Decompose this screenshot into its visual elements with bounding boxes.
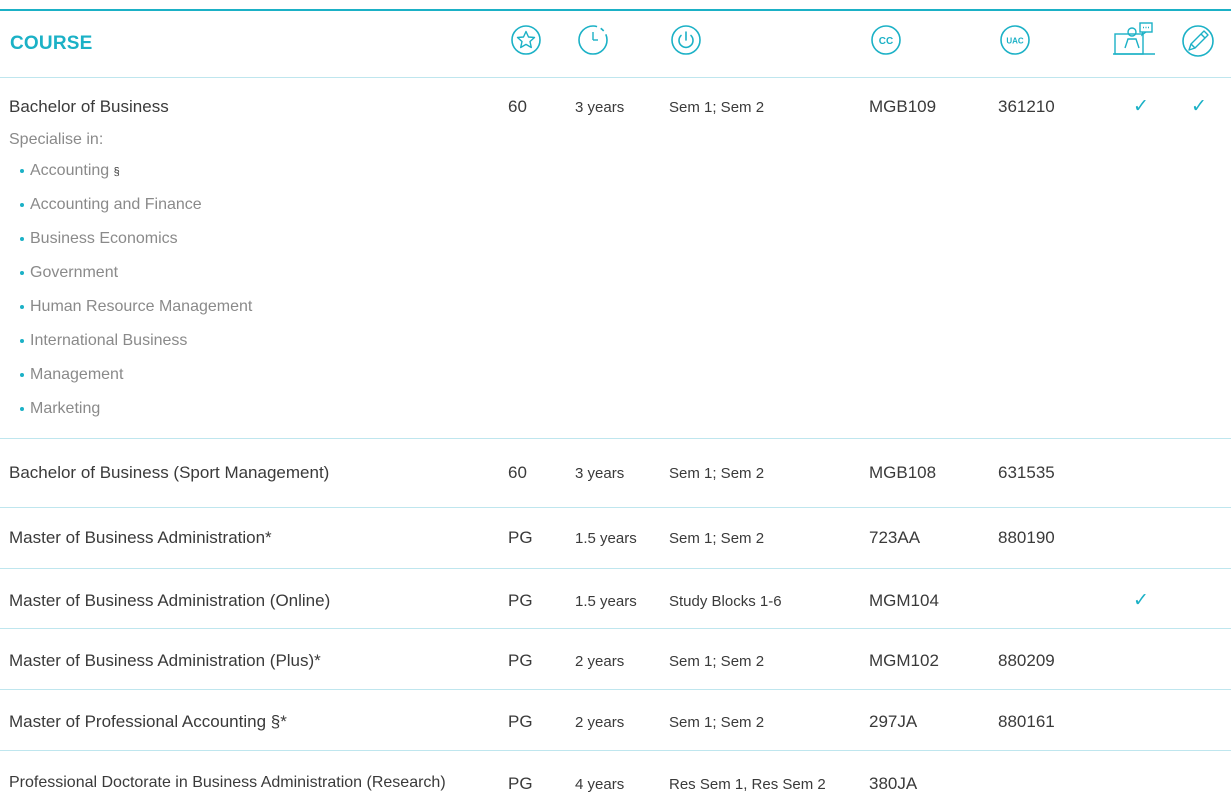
credit-points: PG [508,651,533,670]
row-divider [0,689,1231,690]
uac-code: 880190 [998,528,1055,547]
row-divider [0,507,1231,508]
specialisation-item: Accounting § [20,162,120,180]
row-divider [0,438,1231,439]
duration: 4 years [575,776,625,793]
intake: Sem 1; Sem 2 [669,465,765,482]
course-code: MGB109 [869,97,937,116]
bullet-dot [20,203,24,207]
course-name: Master of Business Administration* [9,528,272,547]
clock-icon [577,24,609,56]
check-mark: ✓ [1191,96,1207,117]
power-icon [670,24,702,56]
course-name: Bachelor of Business (Sport Management) [9,463,330,482]
svg-text:CC: CC [879,36,893,47]
uac-code: 880209 [998,651,1055,670]
specialisation-item: Business Economics [20,230,178,248]
pencil-icon [1181,24,1215,58]
uac-code: 631535 [998,463,1055,482]
course-code: 297JA [869,712,918,731]
row-divider [0,628,1231,629]
credit-points: 60 [508,463,527,482]
presenter-icon [1113,20,1155,58]
cc-badge-icon: CC [870,24,902,56]
specialise-label: Specialise in: [9,131,104,148]
course-code: 380JA [869,774,918,793]
intake: Res Sem 1, Res Sem 2 [669,776,826,793]
credit-points: 60 [508,97,527,116]
duration: 2 years [575,714,625,731]
course-column-header: COURSE [10,33,93,54]
intake: Sem 1; Sem 2 [669,530,765,547]
intake: Sem 1; Sem 2 [669,99,765,116]
specialisation-item: Accounting and Finance [20,196,202,214]
specialisation-item: Human Resource Management [20,298,252,316]
credit-points: PG [508,528,533,547]
bullet-dot [20,271,24,275]
svg-text:UAC: UAC [1006,37,1024,46]
uac-code: 880161 [998,712,1055,731]
bullet-dot [20,237,24,241]
course-code: MGM102 [869,651,939,670]
intake: Sem 1; Sem 2 [669,714,765,731]
credit-points: PG [508,591,533,610]
specialisation-item: Management [20,366,123,384]
course-name: Master of Business Administration (Plus)… [9,651,321,670]
course-code: 723AA [869,528,921,547]
bullet-dot [20,169,24,173]
duration: 3 years [575,465,625,482]
check-mark: ✓ [1133,590,1149,611]
credit-points: PG [508,712,533,731]
bullet-dot [20,373,24,377]
specialisation-item: International Business [20,332,187,350]
intake: Study Blocks 1-6 [669,593,782,610]
course-name: Bachelor of Business [9,97,169,116]
course-name: Master of Business Administration (Onlin… [9,591,331,610]
duration: 3 years [575,99,625,116]
uac-badge-icon: UAC [999,24,1031,56]
course-code: MGB108 [869,463,937,482]
duration: 1.5 years [575,530,637,547]
bullet-dot [20,305,24,309]
specialisation-item: Marketing [20,400,100,418]
section-marker: § [113,166,120,178]
check-mark: ✓ [1133,96,1149,117]
duration: 2 years [575,653,625,670]
course-name: Master of Professional Accounting §* [9,712,287,731]
header-divider [0,77,1231,78]
course-name: Professional Doctorate in Business Admin… [9,774,446,791]
bullet-dot [20,339,24,343]
specialisation-item: Government [20,264,118,282]
row-divider [0,750,1231,751]
row-divider [0,568,1231,569]
star-icon [510,24,542,56]
intake: Sem 1; Sem 2 [669,653,765,670]
bullet-dot [20,407,24,411]
course-code: MGM104 [869,591,939,610]
credit-points: PG [508,774,533,793]
duration: 1.5 years [575,593,637,610]
header-top-rule [0,9,1231,11]
uac-code: 361210 [998,97,1055,116]
